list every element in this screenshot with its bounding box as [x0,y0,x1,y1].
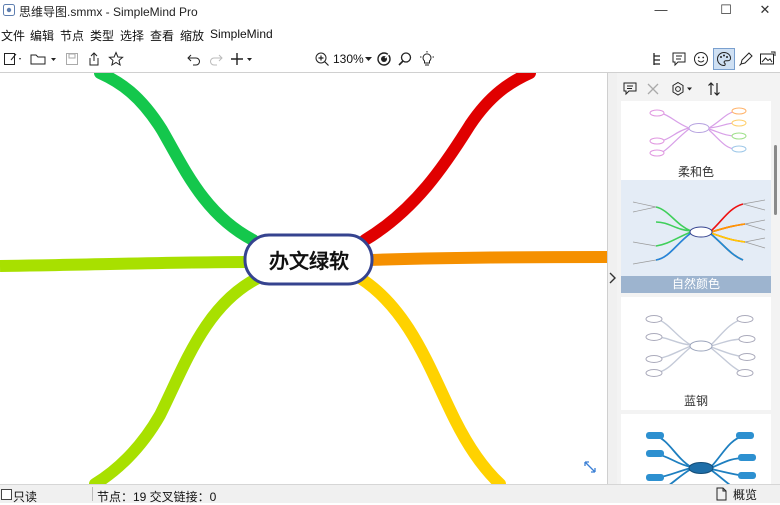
menu-type[interactable]: 类型 [90,27,114,44]
notes-icon [672,52,686,67]
title-bar: 思维导图.smmx - SimpleMind Pro — ☐ ✕ [0,0,780,22]
overview-label: 概览 [733,487,758,502]
readonly-label: 只读 [13,490,38,504]
central-topic-text: 办文绿软 [269,249,349,273]
style-name: 自然颜色 [621,276,771,293]
favorite-icon [108,51,124,67]
menu-zoom[interactable]: 缩放 [180,27,204,44]
undo-button[interactable] [184,49,204,69]
emoji-button[interactable] [692,49,710,69]
close-button[interactable]: ✕ [742,0,780,22]
focus-icon [377,52,391,66]
style-preview-soft [649,107,747,157]
new-button[interactable] [0,49,26,69]
style-icon [717,51,732,67]
mindmap-canvas[interactable]: 办文绿软 [0,73,607,484]
menu-bar: 文件 编辑 节点 类型 选择 查看 缩放 SimpleMind [0,24,780,46]
scrollbar-thumb[interactable] [774,145,777,215]
collapse-panel-icon[interactable] [609,272,616,284]
panel-toolbar [617,73,780,101]
fit-to-screen-icon[interactable] [583,460,597,474]
mindmap-svg: 办文绿软 [0,73,607,484]
redo-icon [210,54,223,66]
menu-file[interactable]: 文件 [1,27,25,44]
style-name: 蓝钢 [683,394,708,408]
style-item-soft[interactable]: 柔和色 [621,101,771,186]
redo-button[interactable] [206,49,226,69]
open-icon [30,54,56,65]
sort-button[interactable] [705,79,723,99]
emoji-icon [694,52,708,66]
zoom-in-icon [315,52,329,66]
search-button[interactable] [396,49,414,69]
style-panel-scrollbar[interactable] [772,101,780,484]
menu-select[interactable]: 选择 [120,27,144,44]
readonly-checkbox[interactable] [1,489,12,500]
style-item-blue[interactable] [621,414,771,484]
focus-button[interactable] [375,49,393,69]
notes-button[interactable] [670,49,688,69]
overview-icon [716,487,727,501]
pen-icon [739,52,753,66]
layout-button[interactable] [648,49,666,69]
chevron-down-icon [364,57,372,61]
sort-icon [708,82,720,96]
zoom-level: 130% [333,52,364,66]
style-preview-natural [632,199,766,265]
zoom-level-dropdown[interactable]: 130% [333,49,373,69]
apply-style-button[interactable] [621,79,639,99]
layout-icon [653,53,660,65]
minimize-button[interactable]: — [638,0,684,22]
window-title: 思维导图.smmx - SimpleMind Pro [19,5,198,19]
favorite-button[interactable] [106,49,126,69]
app-icon [3,4,15,16]
style-panel: 柔和色 自然颜色 蓝钢 [617,73,780,484]
close-icon [647,83,659,95]
save-icon [66,53,78,65]
search-icon [398,52,412,66]
open-button[interactable] [28,49,60,69]
image-button[interactable] [758,49,778,69]
status-divider [92,487,93,501]
style-preview-blue-steel [645,315,756,377]
add-button[interactable] [228,49,256,69]
apply-style-icon [623,82,637,96]
share-button[interactable] [84,49,104,69]
menu-view[interactable]: 查看 [150,27,174,44]
menu-edit[interactable]: 编辑 [30,27,54,44]
idea-icon [420,51,434,66]
style-item-blue-steel[interactable]: 蓝钢 [621,297,771,410]
idea-button[interactable] [418,49,436,69]
branch-left[interactable] [0,256,249,272]
style-button[interactable] [713,48,735,70]
menu-simplemind[interactable]: SimpleMind [210,27,273,41]
style-item-natural[interactable]: 自然颜色 [621,180,771,293]
image-icon [760,51,776,65]
style-list: 柔和色 自然颜色 蓝钢 [621,101,771,484]
undo-icon [187,54,200,66]
style-name: 柔和色 [677,165,714,179]
add-icon [231,53,252,65]
branch-topleft[interactable] [94,73,259,246]
remove-style-button[interactable] [644,79,662,99]
branch-topright[interactable] [359,73,536,246]
zoom-button[interactable] [314,49,330,69]
branch-bottomright[interactable] [354,272,506,484]
pen-button[interactable] [737,49,755,69]
branch-bottomleft[interactable] [89,272,264,484]
toolbar: 130% [0,46,780,73]
save-button[interactable] [62,49,82,69]
menu-node[interactable]: 节点 [60,27,84,44]
style-settings-button[interactable] [669,79,697,99]
style-preview-blue [646,432,756,484]
branch-right[interactable] [369,251,607,266]
gear-icon [672,81,692,96]
node-stats: 节点：19 交叉链接：0 [97,490,217,504]
new-icon [4,53,21,65]
overview-button[interactable]: 概览 [715,486,757,502]
share-icon [89,52,99,66]
status-bar: 只读 节点：19 交叉链接：0 概览 [0,484,780,504]
